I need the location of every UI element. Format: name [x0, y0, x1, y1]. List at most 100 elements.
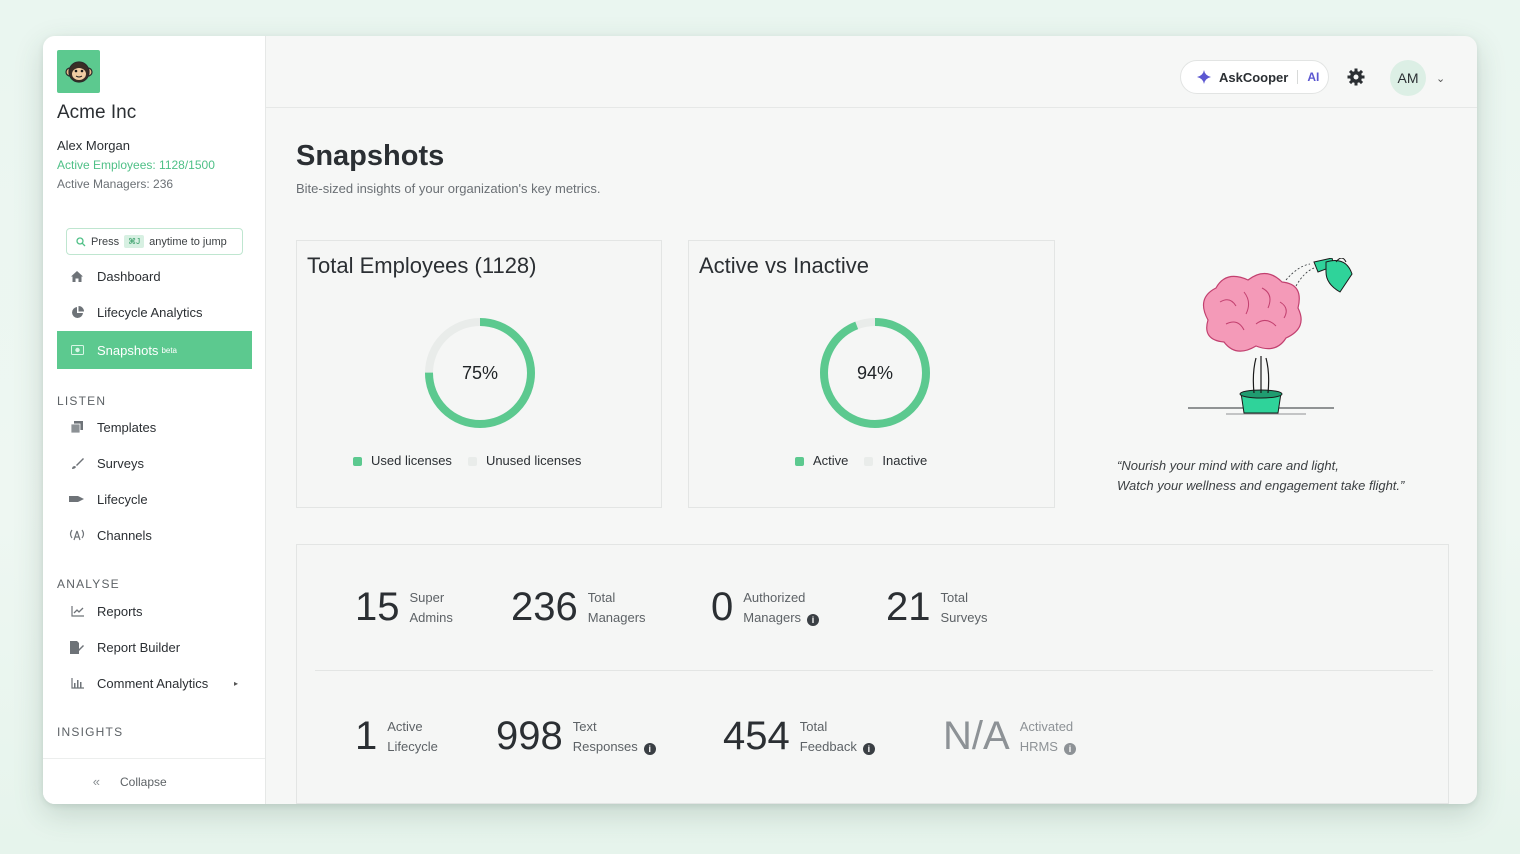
active-donut-chart: 94% — [815, 313, 935, 433]
expand-caret-icon[interactable]: ▸ — [234, 679, 238, 688]
legend-label: Unused licenses — [485, 453, 582, 468]
chevron-down-icon[interactable]: ⌄ — [1436, 72, 1445, 85]
legend-item-inactive: Inactive — [864, 453, 927, 468]
quick-jump-button[interactable]: Press ⌘J anytime to jump — [66, 228, 243, 255]
sidebar-item-label: Channels — [97, 527, 152, 543]
bar-chart-icon — [57, 677, 97, 689]
info-icon[interactable]: i — [1063, 742, 1076, 755]
sidebar-item-label: Lifecycle Analytics — [97, 304, 203, 320]
sidebar-item-channels[interactable]: Channels — [57, 517, 252, 553]
stat-value: N/A — [943, 714, 1010, 758]
stat-value: 236 — [511, 585, 578, 629]
stat-active-lifecycle: 1 Active Lifecycle — [355, 714, 438, 759]
stat-label: Total Managers — [587, 589, 646, 625]
active-employees-count: Active Employees: 1128/1500 — [57, 158, 215, 172]
total-employees-card: Total Employees (1128) 75% Used licenses… — [296, 240, 662, 508]
employees-donut-chart: 75% — [420, 313, 540, 433]
sidebar-item-label: Comment Analytics — [97, 675, 209, 691]
beta-badge: beta — [161, 345, 178, 355]
active-managers-count: Active Managers: 236 — [57, 177, 174, 191]
donut-percent-label: 94% — [856, 362, 894, 383]
sidebar-item-templates[interactable]: Templates — [57, 409, 252, 445]
legend-label: Inactive — [882, 453, 928, 468]
jump-press-text: Press — [91, 235, 120, 248]
home-icon — [57, 270, 97, 283]
info-icon[interactable]: i — [643, 742, 656, 755]
divider — [315, 670, 1433, 671]
sidebar-item-dashboard[interactable]: Dashboard — [57, 258, 252, 294]
main-content: AskCooper AI AM ⌄ Snapshots Bite-sized i… — [266, 36, 1477, 804]
sidebar-item-lifecycle-analytics[interactable]: Lifecycle Analytics — [57, 294, 252, 330]
legend-item-active: Active — [795, 453, 848, 468]
stat-value: 0 — [711, 585, 734, 629]
sidebar-item-comment-analytics[interactable]: Comment Analytics ▸ — [57, 665, 252, 701]
card-title: Active vs Inactive — [699, 253, 869, 278]
stat-value: 1 — [355, 714, 378, 758]
settings-gear-icon[interactable] — [1347, 68, 1365, 91]
templates-icon — [57, 421, 97, 433]
legend-swatch — [467, 457, 477, 466]
sidebar-item-report-builder[interactable]: Report Builder — [57, 629, 252, 665]
stat-value: 15 — [355, 585, 400, 629]
page-title: Snapshots — [296, 140, 445, 172]
sidebar-item-label: Surveys — [97, 455, 144, 471]
pie-chart-icon — [57, 305, 97, 319]
stat-total-surveys: 21 Total Surveys — [886, 585, 987, 630]
page-subtitle: Bite-sized insights of your organization… — [296, 181, 601, 196]
stat-text-responses: 998 Text Responses i — [496, 714, 656, 759]
stat-label: Active Lifecycle — [387, 718, 438, 754]
sidebar-item-label: Templates — [97, 419, 157, 435]
stat-activated-hrms: N/A Activated HRMS i — [943, 714, 1076, 759]
stat-label: Total Feedback i — [800, 717, 875, 757]
top-bar: AskCooper AI AM ⌄ — [266, 36, 1477, 108]
double-chevron-left-icon: « — [92, 774, 100, 789]
stat-label: Authorized Managers i — [743, 588, 820, 628]
stat-label: Text Responses i — [573, 717, 656, 757]
line-chart-icon — [57, 605, 97, 617]
sparkle-icon — [1197, 70, 1211, 84]
sidebar: Acme Inc Alex Morgan Active Employees: 1… — [43, 36, 266, 804]
active-vs-inactive-card: Active vs Inactive 94% Active Inactive — [688, 240, 1055, 508]
user-avatar[interactable]: AM — [1390, 60, 1426, 96]
stat-label: Total Surveys — [940, 589, 988, 625]
monkey-logo-icon — [64, 60, 93, 83]
app-window: Acme Inc Alex Morgan Active Employees: 1… — [43, 36, 1477, 804]
active-legend: Active Inactive — [795, 453, 927, 468]
sidebar-item-label: Snapshots — [97, 342, 159, 358]
stat-value: 998 — [496, 714, 563, 758]
ai-badge: AI — [1307, 70, 1320, 84]
sidebar-item-surveys[interactable]: Surveys — [57, 445, 252, 481]
askcooper-button[interactable]: AskCooper AI — [1180, 60, 1329, 94]
brush-icon — [57, 457, 97, 470]
company-name: Acme Inc — [57, 102, 137, 123]
sidebar-item-lifecycle[interactable]: Lifecycle — [57, 481, 252, 517]
collapse-label: Collapse — [120, 774, 167, 789]
legend-label: Active — [813, 453, 849, 468]
stat-authorized-managers: 0 Authorized Managers i — [711, 585, 820, 630]
sidebar-item-label: Lifecycle — [97, 491, 148, 507]
stat-label: Activated HRMS i — [1020, 717, 1076, 757]
legend-item-unused: Unused licenses — [467, 453, 582, 468]
divider — [1297, 70, 1299, 84]
broadcast-icon — [57, 529, 97, 541]
info-icon[interactable]: i — [807, 613, 820, 626]
motivational-quote: “Nourish your mind with care and light, … — [1117, 456, 1404, 496]
legend-label: Used licenses — [371, 453, 452, 468]
lifecycle-icon — [57, 494, 97, 504]
sidebar-item-label: Reports — [97, 603, 143, 619]
section-label-analyse: ANALYSE — [57, 577, 120, 591]
stat-total-feedback: 454 Total Feedback i — [723, 714, 875, 759]
sidebar-item-label: Report Builder — [97, 639, 181, 655]
user-name: Alex Morgan — [57, 138, 130, 153]
stat-value: 21 — [886, 585, 931, 629]
collapse-sidebar-button[interactable]: « Collapse — [43, 758, 265, 804]
sidebar-item-reports[interactable]: Reports — [57, 593, 252, 629]
info-icon[interactable]: i — [862, 742, 875, 755]
stat-label: Super Admins — [409, 589, 453, 625]
legend-swatch — [864, 457, 874, 466]
stat-total-managers: 236 Total Managers — [511, 585, 646, 630]
sidebar-item-snapshots[interactable]: Snapshots beta — [57, 331, 252, 369]
company-logo[interactable] — [57, 50, 100, 93]
section-label-insights: INSIGHTS — [57, 725, 124, 739]
donut-percent-label: 75% — [461, 362, 499, 383]
